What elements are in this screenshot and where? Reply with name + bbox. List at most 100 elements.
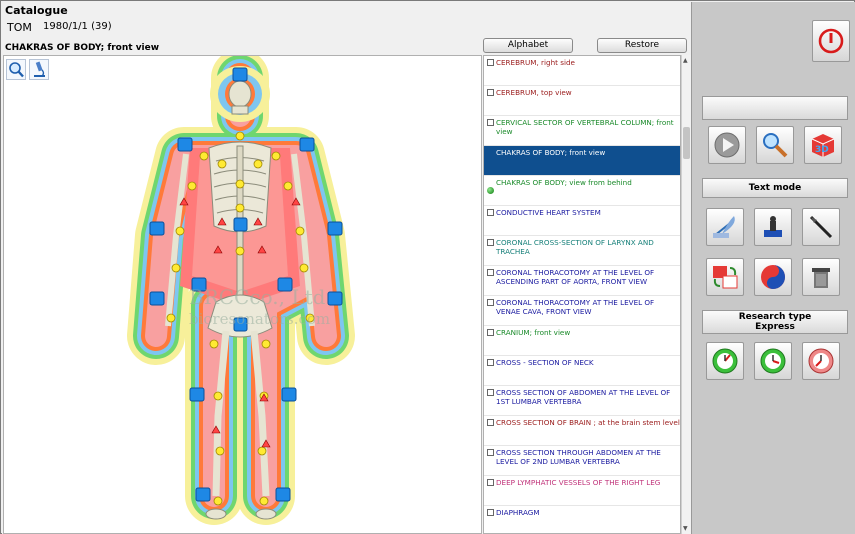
swap-button[interactable] [706,258,744,296]
microscope-icon [34,61,45,77]
research-mode-3-button[interactable] [802,342,840,380]
zoom-button[interactable] [6,59,26,80]
clock-dial-icon [712,348,738,374]
list-item-label: CERVICAL SECTOR OF VERTEBRAL COLUMN; fro… [496,118,674,136]
list-item-label: CHAKRAS OF BODY; view from behind [496,178,632,187]
yin-yang-button[interactable] [754,258,792,296]
patient-name: TOM [7,21,32,34]
list-item[interactable]: CRANIUM; front view [484,326,680,356]
list-item-checkbox[interactable] [487,419,494,426]
list-item-label: CORONAL THORACOTOMY AT THE LEVEL OF ASCE… [496,268,655,286]
svg-text:3D: 3D [815,145,829,155]
clock-dial-icon [760,348,786,374]
view-title: CHAKRAS OF BODY; front view [5,43,160,53]
chakra-body-image: BRCCco., Ltd bioresonators.com [127,56,355,525]
list-item-checkbox[interactable] [487,269,494,276]
list-item-checkbox[interactable] [487,449,494,456]
body-viewer[interactable]: BRCCco., Ltd bioresonators.com [3,55,482,534]
scroll-down-icon[interactable]: ▼ [683,525,688,532]
feather-pen-icon [713,216,735,238]
3d-view-button[interactable]: 3D [804,126,842,164]
microscope-button[interactable] [29,59,49,80]
watermark-line2: bioresonators.com [189,310,330,328]
list-item-label: CORONAL THORACOTOMY AT THE LEVEL OF VENA… [496,298,655,316]
research-mode-1-button[interactable] [706,342,744,380]
list-item-checkbox[interactable] [487,479,494,486]
list-item-label: CROSS SECTION OF ABDOMEN AT THE LEVEL OF… [496,388,671,406]
stamp-icon [764,216,782,237]
list-item[interactable]: CORONAL CROSS-SECTION OF LARYNX AND TRAC… [484,236,680,266]
list-item-label: CRANIUM; front view [496,328,571,337]
power-button[interactable] [812,20,850,62]
research-type-panel: Research type Express [702,310,848,334]
power-icon [818,28,844,54]
list-item[interactable]: CORONAL THORACOTOMY AT THE LEVEL OF VENA… [484,296,680,326]
list-item-checkbox[interactable] [487,509,494,516]
play-icon [714,132,740,158]
text-mode-label: Text mode [702,178,848,198]
list-item-checkbox[interactable] [487,119,494,126]
watermark: BRCCco., Ltd bioresonators.com [189,285,330,328]
list-item-label: CHAKRAS OF BODY; front view [496,148,606,157]
magnifier-icon [763,133,788,158]
status-dot-icon [487,187,494,194]
list-item-checkbox[interactable] [487,389,494,396]
list-item[interactable]: CORONAL THORACOTOMY AT THE LEVEL OF ASCE… [484,266,680,296]
status-bar [702,96,848,120]
list-item[interactable]: CERVICAL SECTOR OF VERTEBRAL COLUMN; fro… [484,116,680,146]
list-item[interactable]: DIAPHRAGM [484,506,680,533]
alphabet-button[interactable]: Alphabet [483,38,573,53]
window-title: Catalogue [5,4,68,17]
scalpel-button[interactable] [802,208,840,246]
zoom-icon [9,62,24,78]
list-item[interactable]: CEREBRUM, right side [484,56,680,86]
list-scrollbar[interactable]: ▲ ▼ [681,55,691,534]
catalogue-list[interactable]: CEREBRUM, right side CEREBRUM, top view CE… [483,55,681,534]
app-window: Catalogue TOM 1980/1/1 (39) CHAKRAS OF B… [0,0,855,534]
catalogue-pane: Catalogue TOM 1980/1/1 (39) CHAKRAS OF B… [2,2,691,534]
list-item-label: DIAPHRAGM [496,508,540,517]
play-button[interactable] [708,126,746,164]
list-item[interactable]: CROSS SECTION OF ABDOMEN AT THE LEVEL OF… [484,386,680,416]
research-mode-label: Express [755,322,795,332]
magnify-button[interactable] [756,126,794,164]
container-button[interactable] [802,258,840,296]
list-item[interactable]: DEEP LYMPHATIC VESSELS OF THE RIGHT LEG [484,476,680,506]
list-item-checkbox[interactable] [487,299,494,306]
clock-dial-icon [808,348,834,374]
list-item[interactable]: CHAKRAS OF BODY; front view [484,146,680,176]
canister-icon [812,268,830,288]
list-item-label: CONDUCTIVE HEART SYSTEM [496,208,601,217]
list-item-label: CROSS - SECTION OF NECK [496,358,594,367]
list-item[interactable]: CROSS SECTION OF BRAIN ; at the brain st… [484,416,680,446]
scalpel-icon [809,215,833,239]
list-item-label: DEEP LYMPHATIC VESSELS OF THE RIGHT LEG [496,478,661,487]
notes-button[interactable] [706,208,744,246]
stamp-button[interactable] [754,208,792,246]
list-item[interactable]: CROSS - SECTION OF NECK [484,356,680,386]
list-item[interactable]: CONDUCTIVE HEART SYSTEM [484,206,680,236]
yin-yang-icon [761,265,785,289]
list-item-label: CROSS SECTION THROUGH ABDOMEN AT THE LEV… [496,448,661,466]
restore-button[interactable]: Restore [597,38,687,53]
list-item[interactable]: CEREBRUM, top view [484,86,680,116]
watermark-line1: BRCCco., Ltd [189,285,326,309]
list-item-checkbox[interactable] [487,329,494,336]
list-item-checkbox[interactable] [487,89,494,96]
list-item-checkbox[interactable] [487,209,494,216]
list-item-checkbox[interactable] [487,239,494,246]
scroll-thumb[interactable] [683,127,690,159]
research-type-label: Research type [738,312,812,322]
list-item-label: CROSS SECTION OF BRAIN ; at the brain st… [496,418,680,427]
scroll-up-icon[interactable]: ▲ [683,57,688,64]
research-mode-2-button[interactable] [754,342,792,380]
list-item[interactable]: CHAKRAS OF BODY; view from behind [484,176,680,206]
list-item[interactable]: CROSS SECTION THROUGH ABDOMEN AT THE LEV… [484,446,680,476]
list-item-label: CORONAL CROSS-SECTION OF LARYNX AND TRAC… [496,238,654,256]
control-panel: 3D Text mode Research type Express [691,2,855,534]
3d-cube-icon: 3D [811,134,835,157]
list-item-checkbox[interactable] [487,59,494,66]
list-item-checkbox[interactable] [487,359,494,366]
patient-birthdate: 1980/1/1 (39) [43,21,112,32]
list-item-label: CEREBRUM, right side [496,58,575,67]
